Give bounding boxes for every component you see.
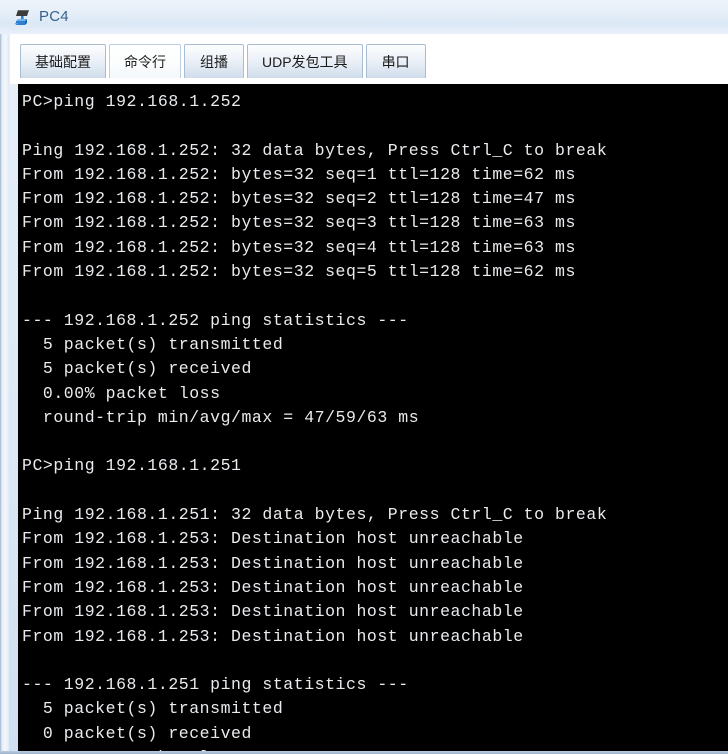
terminal-output: PC>ping 192.168.1.252 Ping 192.168.1.252… <box>18 84 728 751</box>
terminal-line: 5 packet(s) received <box>22 359 252 379</box>
window-title: PC4 <box>39 8 69 25</box>
terminal-line: From 192.168.1.253: Destination host unr… <box>22 602 524 622</box>
tab-multicast-label: 组播 <box>200 53 228 70</box>
terminal-line: --- 192.168.1.251 ping statistics --- <box>22 675 409 695</box>
tab-serial-port[interactable]: 串口 <box>365 44 426 78</box>
tab-multicast[interactable]: 组播 <box>184 44 244 78</box>
terminal-line: 0 packet(s) received <box>22 723 252 743</box>
tab-basic-config-label: 基础配置 <box>35 53 91 70</box>
terminal-line: From 192.168.1.252: bytes=32 seq=3 ttl=1… <box>22 213 576 233</box>
terminal-line: From 192.168.1.252: bytes=32 seq=1 ttl=1… <box>22 164 576 184</box>
terminal-line: From 192.168.1.252: bytes=32 seq=4 ttl=1… <box>22 237 576 257</box>
terminal-line: 5 packet(s) transmitted <box>22 334 284 354</box>
terminal-line: round-trip min/avg/max = 47/59/63 ms <box>22 407 420 427</box>
tab-list: 基础配置 命令行 组播 UDP发包工具 串口 <box>20 40 429 78</box>
terminal-line: From 192.168.1.253: Destination host unr… <box>22 626 524 646</box>
tab-command-line-label: 命令行 <box>124 53 166 70</box>
tab-basic-config[interactable]: 基础配置 <box>20 44 106 78</box>
terminal-line: 0.00% packet loss <box>22 383 221 403</box>
terminal-line: From 192.168.1.252: bytes=32 seq=2 ttl=1… <box>22 189 576 209</box>
window-left-border <box>0 0 9 754</box>
tab-udp-packet-tool[interactable]: UDP发包工具 <box>247 44 363 78</box>
terminal-line: From 192.168.1.252: bytes=32 seq=5 ttl=1… <box>22 262 576 282</box>
terminal-line: From 192.168.1.253: Destination host unr… <box>22 577 524 597</box>
terminal-line: --- 192.168.1.252 ping statistics --- <box>22 310 409 330</box>
terminal-line: 5 packet(s) transmitted <box>22 699 284 719</box>
pc-device-icon <box>13 8 33 28</box>
terminal-line: Ping 192.168.1.252: 32 data bytes, Press… <box>22 140 608 160</box>
terminal-line: From 192.168.1.253: Destination host unr… <box>22 529 524 549</box>
terminal-line: PC>ping 192.168.1.252 <box>22 92 242 111</box>
pc-console-window: PC4 基础配置 命令行 组播 UDP发包工具 串口 PC>ping 192.1… <box>0 0 728 754</box>
tab-udp-packet-tool-label: UDP发包工具 <box>262 53 348 70</box>
terminal-line: Ping 192.168.1.251: 32 data bytes, Press… <box>22 505 608 525</box>
terminal-line: From 192.168.1.253: Destination host unr… <box>22 553 524 573</box>
tab-serial-port-label: 串口 <box>381 53 410 70</box>
title-bar: PC4 <box>0 0 728 34</box>
terminal-console[interactable]: PC>ping 192.168.1.252 Ping 192.168.1.252… <box>18 84 728 751</box>
tab-strip: 基础配置 命令行 组播 UDP发包工具 串口 <box>10 34 728 84</box>
tab-command-line[interactable]: 命令行 <box>109 44 181 78</box>
terminal-line: PC>ping 192.168.1.251 <box>22 456 242 476</box>
